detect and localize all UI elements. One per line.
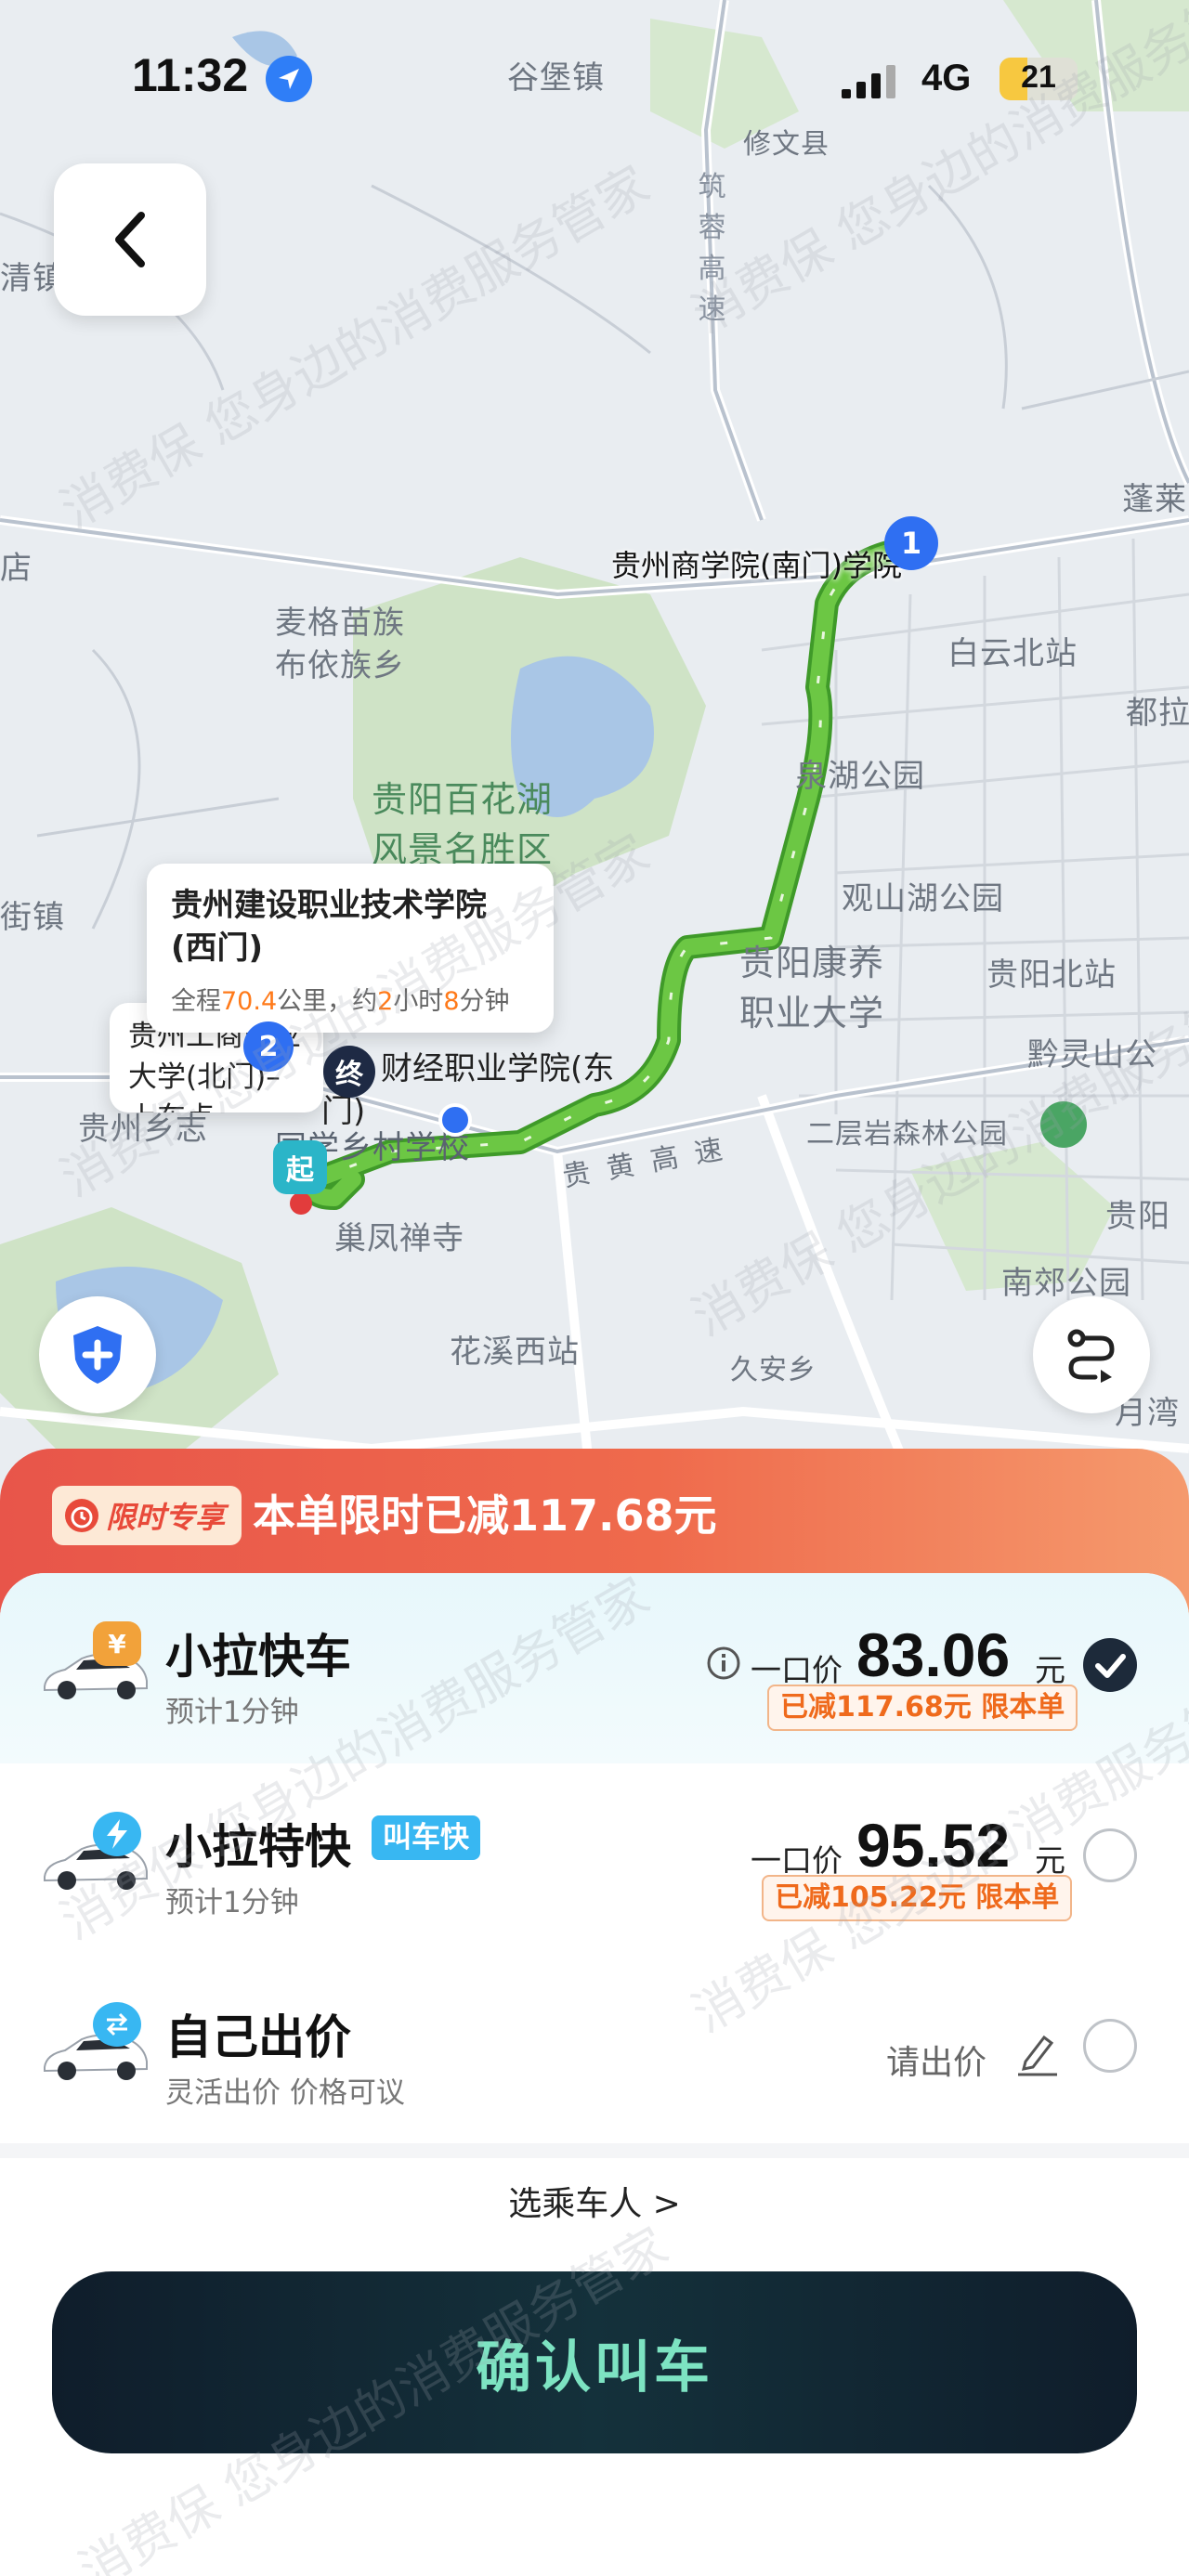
enter-bid-link[interactable]: 请出价 [886, 2036, 986, 2084]
choose-passenger-link[interactable]: 选乘车人 > [0, 2177, 1189, 2225]
fast-pickup-tag: 叫车快 [372, 1815, 480, 1860]
chevron-left-icon [115, 212, 145, 267]
ride-options-sheet: ¥ 小拉快车 预计1分钟 一口价 83.06 元 已减117.68元 限本单 小… [0, 1573, 1189, 2576]
status-bar: 11:32 4G 21 [0, 0, 1189, 158]
ride-option-name: 自己出价 [165, 2010, 351, 2064]
ride-option-name: 小拉快车 [165, 1630, 351, 1684]
map-label-qianlingshan: 黔灵山公 [1027, 1036, 1157, 1073]
map-label-penglai: 蓬莱 [1122, 481, 1187, 518]
discount-badge: 已减117.68元 限本单 [767, 1685, 1078, 1731]
confirm-ride-button[interactable]: 确认叫车 [52, 2271, 1137, 2453]
ride-option-description: 灵活出价 价格可议 [165, 2076, 405, 2110]
network-type: 4G [921, 58, 972, 98]
battery-icon: 21 [1000, 58, 1078, 100]
location-arrow-icon [266, 56, 312, 102]
map-label-guiyang-north: 贵阳北站 [986, 956, 1117, 994]
price-unit: 元 [1035, 1652, 1065, 1688]
swap-arrows-icon [93, 2002, 141, 2047]
map-label-maige: 麦格苗族 布依族乡 [275, 605, 405, 684]
discount-badge: 已减105.22元 限本单 [762, 1875, 1073, 1921]
lightning-icon [93, 1812, 141, 1856]
map-label-guanshanhu: 观山湖公园 [842, 880, 1004, 917]
price-value: 95.52 [856, 1811, 1011, 1880]
ride-option-premium-express[interactable]: 小拉特快 叫车快 预计1分钟 一口价 95.52 元 已减105.22元 限本单 [0, 1763, 1189, 1954]
map-label-baihuahu: 贵阳百花湖 风景名胜区 [372, 779, 554, 870]
info-icon[interactable] [706, 1646, 741, 1681]
waypoint-marker-1[interactable]: 1 [884, 516, 938, 570]
destination-popup-title: 贵州建设职业技术学院(西门) [171, 887, 487, 967]
back-button[interactable] [54, 163, 206, 316]
price-unit: 元 [1035, 1842, 1065, 1879]
start-marker[interactable]: 起 [273, 1140, 327, 1194]
start-location-label: 贵州商学院(南门)学院 [611, 548, 902, 583]
map-label-huaxi-west: 花溪西站 [450, 1334, 580, 1371]
waypoint-marker-2[interactable]: 2 [243, 1021, 294, 1072]
price-value: 83.06 [856, 1620, 1011, 1689]
status-time: 11:32 [132, 49, 249, 101]
battery-level: 21 [1021, 59, 1056, 95]
select-radio[interactable] [1083, 2019, 1137, 2073]
cellular-signal-icon [842, 65, 895, 98]
limited-offer-badge: 限时专享 [52, 1486, 242, 1545]
ride-option-express[interactable]: ¥ 小拉快车 预计1分钟 一口价 83.06 元 已减117.68元 限本单 [0, 1573, 1189, 1763]
current-location-dot [438, 1103, 472, 1137]
timer-icon [65, 1499, 98, 1532]
park-icon [1040, 1101, 1087, 1148]
ride-option-eta: 预计1分钟 [165, 1696, 299, 1729]
trip-summary: 全程70.4公里，约2小时8分钟 [171, 987, 510, 1016]
map-label-quanhu: 泉湖公园 [795, 758, 925, 795]
safety-shield-button[interactable] [39, 1296, 156, 1413]
route-options-button[interactable] [1033, 1296, 1150, 1413]
confirm-ride-label: 确认叫车 [476, 2335, 713, 2400]
ride-option-custom-bid[interactable]: 自己出价 灵活出价 价格可议 请出价 [0, 1954, 1189, 2144]
map-label-kangyang: 贵阳康养 职业大学 [739, 943, 885, 1034]
map-label-guiyang: 贵阳 [1105, 1198, 1170, 1235]
select-radio-checked[interactable] [1083, 1638, 1137, 1692]
price-prefix: 一口价 [751, 1652, 843, 1688]
shield-icon [73, 1326, 122, 1384]
map-label-expressway-zhurong: 筑蓉高速 [698, 171, 727, 326]
yuan-badge-icon: ¥ [93, 1621, 141, 1666]
destination-popup[interactable]: 贵州建设职业技术学院(西门) 全程70.4公里，约2小时8分钟 [147, 864, 554, 1033]
map-label-jiuan: 久安乡 [730, 1354, 817, 1386]
end-marker[interactable]: 终 [323, 1046, 375, 1098]
route-icon [1067, 1329, 1115, 1383]
promo-discount-text: 本单限时已减117.68元 [253, 1490, 717, 1541]
ride-option-name: 小拉特快 [165, 1820, 351, 1874]
map-label-dian: 店 [0, 550, 33, 587]
price-prefix: 一口价 [751, 1842, 843, 1879]
map-label-ercengyan: 二层岩森林公园 [806, 1118, 1008, 1151]
map-label-dula: 都拉 [1126, 695, 1189, 732]
section-divider [0, 2143, 1189, 2158]
pencil-icon[interactable] [1016, 2030, 1059, 2078]
map-label-baiyun-north: 白云北站 [947, 635, 1078, 672]
check-icon [1095, 1654, 1126, 1678]
map-label-nanjiao: 南郊公园 [1001, 1265, 1131, 1302]
map-label-chaofeng: 巢凤禅寺 [334, 1220, 464, 1257]
select-radio[interactable] [1083, 1828, 1137, 1882]
ride-option-eta: 预计1分钟 [165, 1886, 299, 1919]
map-label-jiezhen: 街镇 [0, 899, 65, 936]
